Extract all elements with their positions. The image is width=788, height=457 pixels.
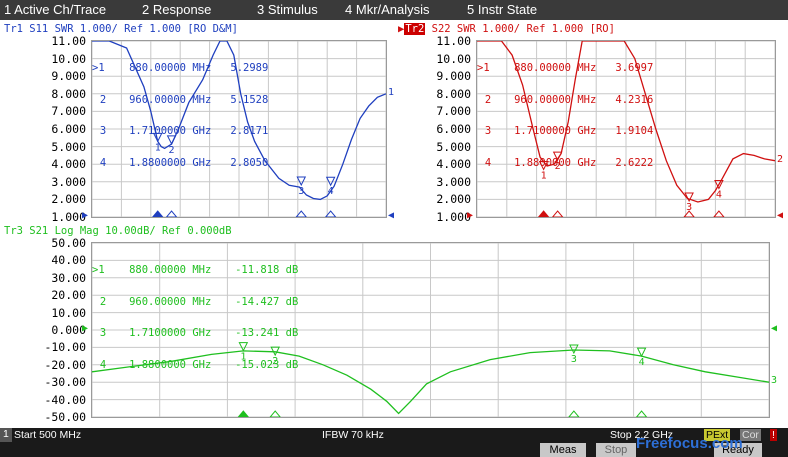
menu-bar: 1 Active Ch/Trace 2 Response 3 Stimulus … [0,0,788,20]
tr1-marker-row: 2 960.00000 MHz 5.1528 [99,93,269,106]
y-tick-label: 7.000 [436,104,471,119]
y-tick-label: 20.00 [51,288,86,303]
tr3-marker-row: >1 880.00000 MHz -11.818 dB [92,264,299,276]
trace-end-label: 3 [771,375,778,387]
tr2-badge: Tr2 [404,23,426,35]
y-tick-label: 9.000 [51,69,86,84]
menu-active-ch-trace[interactable]: 1 Active Ch/Trace [4,2,106,17]
reference-level-marker[interactable]: ▶ [82,324,88,334]
y-tick-label: 6.000 [51,122,86,136]
trace-end-label: 2 [777,153,784,165]
y-tick-label: -40.00 [44,392,86,407]
tr2-title[interactable]: ▶Tr2 S22 SWR 1.000/ Ref 1.000 [RO] [398,23,615,35]
marker-position-indicator[interactable] [635,410,648,417]
menu-instr-state[interactable]: 5 Instr State [467,2,537,17]
tr3-marker-table: >1 880.00000 MHz -11.818 dB 2 960.00000 MHz… [92,244,298,391]
y-tick-label: 2.000 [51,192,86,207]
marker-label: 4 [639,357,645,368]
marker-label: 3 [571,354,577,365]
start-frequency[interactable]: Start 500 MHz [14,429,81,441]
tr2-marker-row: 2 960.00000 MHz 4.2316 [484,93,654,106]
tr3-plot-area[interactable]: 1234 >1 880.00000 MHz -11.818 dB 2 960.0000… [91,242,770,418]
tr1-marker-row: >1 880.00000 MHz 5.2989 [92,62,269,74]
y-tick-label: -10.00 [44,340,86,355]
y-tick-label: 9.000 [436,69,471,84]
y-tick-label: 6.000 [436,122,471,136]
reference-level-marker[interactable]: ▶ [467,211,473,221]
tr2-marker-row: 3 1.7100000 GHz 1.9104 [484,125,654,137]
meas-button[interactable]: Meas [540,443,586,457]
tr1-marker-table: >1 880.00000 MHz 5.2989 2 960.00000 MHz 5.15… [92,42,268,189]
y-tick-label: 40.00 [51,253,86,268]
marker-position-indicator[interactable] [165,210,178,217]
y-tick-label: 5.000 [51,139,86,154]
tr2-marker-row: 4 1.8800000 GHz 2.6222 [484,156,654,169]
marker-position-indicator[interactable] [152,210,164,217]
y-tick-label: 2.000 [436,192,471,207]
reference-level-marker[interactable]: ◀ [777,211,783,221]
tr2-plot-area[interactable]: 1234 >1 880.00000 MHz 3.6997 2 960.00000 MH… [476,40,776,218]
y-tick-label: 4.000 [436,157,471,172]
tr3-marker-row: 3 1.7100000 GHz -13.241 dB [99,327,299,339]
reference-level-marker[interactable]: ▶ [82,211,88,221]
marker-position-indicator[interactable] [568,410,580,417]
y-tick-label: 11.00 [51,34,86,48]
marker-label: 4 [716,189,722,200]
y-tick-label: 7.000 [51,104,86,119]
tr2-marker-table: >1 880.00000 MHz 3.6997 2 960.00000 MHz 4.23… [477,42,653,189]
menu-response[interactable]: 2 Response [142,2,211,17]
tr1-marker-row: 4 1.8800000 GHz 2.8050 [99,156,269,169]
ifbw-readout[interactable]: IFBW 70 kHz [322,429,384,441]
marker-position-indicator[interactable] [269,410,281,417]
menu-stimulus[interactable]: 3 Stimulus [257,2,318,17]
y-tick-label: 50.00 [51,236,86,250]
y-tick-label: 1.000 [51,210,86,224]
tr2-marker-row: >1 880.00000 MHz 3.6997 [477,62,654,74]
marker-triangle[interactable] [569,344,579,355]
y-tick-label: 0.000 [51,323,86,337]
y-tick-label: 3.000 [436,174,471,189]
tr3-marker-row: 2 960.00000 MHz -14.427 dB [99,295,299,308]
marker-position-indicator[interactable] [551,210,564,217]
warning-badge[interactable]: ! [770,429,777,441]
tr1-plot-area[interactable]: 1234 >1 880.00000 MHz 5.2989 2 960.00000 MH… [91,40,387,218]
marker-label: 4 [328,186,334,197]
channel-number[interactable]: 1 [0,428,12,442]
tr3-title[interactable]: Tr3 S21 Log Mag 10.00dB/ Ref 0.000dB [4,225,232,237]
marker-position-indicator[interactable] [537,210,550,217]
menu-mkr-analysis[interactable]: 4 Mkr/Analysis [345,2,430,17]
marker-triangle[interactable] [296,176,307,187]
trace-end-label: 1 [388,86,395,98]
y-tick-label: 3.000 [51,174,86,189]
y-tick-label: 30.00 [51,270,86,285]
tr3-marker-row: 4 1.8800000 GHz -15.023 dB [99,358,299,371]
y-tick-label: 10.00 [51,51,86,66]
y-tick-label: 4.000 [51,157,86,172]
marker-triangle[interactable] [636,347,647,358]
y-tick-label: -20.00 [44,357,86,372]
y-tick-label: 8.000 [436,86,471,101]
stop-button[interactable]: Stop [596,443,636,457]
marker-triangle[interactable] [325,176,336,187]
reference-level-marker[interactable]: ◀ [388,211,394,221]
marker-position-indicator[interactable] [237,410,249,417]
y-tick-label: -30.00 [44,375,86,390]
y-tick-label: 1.000 [436,210,471,224]
marker-label: 3 [298,186,304,197]
tr1-marker-row: 3 1.7100000 GHz 2.8171 [99,125,269,137]
y-tick-label: 5.000 [436,139,471,154]
y-tick-label: 11.00 [436,34,471,48]
watermark: Freefocus.com [636,435,743,452]
y-tick-label: 10.00 [51,305,86,320]
y-tick-label: 8.000 [51,86,86,101]
correction-badge[interactable]: Cor [740,429,761,441]
tr1-title[interactable]: Tr1 S11 SWR 1.000/ Ref 1.000 [RO D&M] [4,23,238,35]
reference-level-marker[interactable]: ◀ [771,324,777,334]
y-tick-label: -50.00 [44,410,86,424]
y-tick-label: 10.00 [436,51,471,66]
